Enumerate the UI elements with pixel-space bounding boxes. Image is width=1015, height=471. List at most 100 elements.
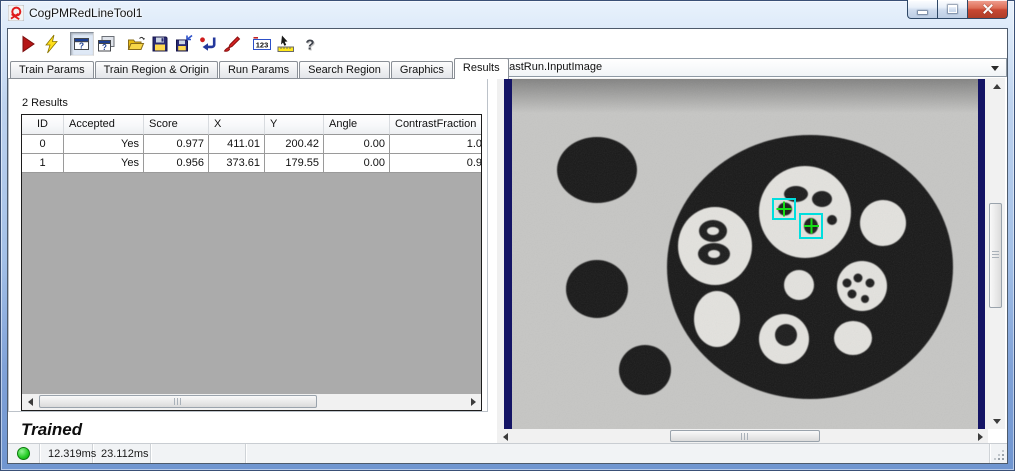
scroll-up-button[interactable] bbox=[988, 78, 1005, 94]
arrow-up-icon bbox=[993, 84, 1001, 89]
main-area: Train Params Train Region & Origin Run P… bbox=[8, 58, 1007, 444]
left-panel: Train Params Train Region & Origin Run P… bbox=[8, 58, 490, 444]
edit-graphics-icon bbox=[222, 34, 242, 54]
chevron-down-icon bbox=[991, 66, 999, 71]
image-display[interactable] bbox=[497, 78, 988, 429]
grid-horizontal-scrollbar[interactable] bbox=[22, 394, 481, 410]
thumb-grip bbox=[174, 398, 183, 405]
column-header-score[interactable]: Score bbox=[144, 115, 209, 135]
cell-y: 200.42 bbox=[265, 135, 324, 153]
help-icon: ? bbox=[300, 34, 320, 54]
minimize-button[interactable] bbox=[907, 0, 938, 19]
results-display-button[interactable]: ? bbox=[70, 32, 94, 56]
measure-icon bbox=[276, 34, 296, 54]
scroll-right-button[interactable] bbox=[465, 394, 481, 410]
scrollbar-thumb[interactable] bbox=[39, 395, 317, 408]
record-selector-combobox[interactable]: LastRun.InputImage bbox=[497, 58, 1007, 77]
electric-run-button[interactable] bbox=[40, 32, 64, 56]
results-tab-page: 2 Results ID Accepted Score X Y Angle Co… bbox=[8, 78, 488, 412]
reset-button[interactable] bbox=[196, 32, 220, 56]
close-button[interactable] bbox=[967, 0, 1008, 19]
tab-graphics[interactable]: Graphics bbox=[391, 61, 453, 78]
scroll-right-button[interactable] bbox=[972, 429, 988, 444]
measure-button[interactable] bbox=[274, 32, 298, 56]
electric-run-icon bbox=[42, 34, 62, 54]
status-green-dot-icon bbox=[17, 447, 30, 460]
tab-run-params[interactable]: Run Params bbox=[219, 61, 298, 78]
empty-status-panel bbox=[246, 444, 990, 463]
tab-strip: Train Params Train Region & Origin Run P… bbox=[10, 58, 510, 78]
save-button[interactable] bbox=[148, 32, 172, 56]
tab-train-params[interactable]: Train Params bbox=[10, 61, 94, 78]
edit-graphics-button[interactable] bbox=[220, 32, 244, 56]
cell-score: 0.977 bbox=[144, 135, 209, 153]
column-header-id[interactable]: ID bbox=[22, 115, 64, 135]
column-header-contrastfraction[interactable]: ContrastFraction bbox=[390, 115, 482, 135]
results-display-icon: ? bbox=[72, 34, 92, 54]
numeric-format-icon: 123 bbox=[252, 34, 272, 54]
cell-contrastfraction: 0.9 bbox=[390, 154, 482, 172]
total-time-value: 23.112ms bbox=[93, 448, 149, 460]
open-icon bbox=[126, 34, 146, 54]
cell-x: 411.01 bbox=[209, 135, 265, 153]
image-right-edge-bar bbox=[978, 79, 985, 429]
run-time-value: 12.319ms bbox=[40, 448, 96, 460]
close-icon bbox=[982, 3, 994, 15]
tab-search-region[interactable]: Search Region bbox=[299, 61, 390, 78]
app-icon bbox=[8, 5, 24, 21]
cell-accepted: Yes bbox=[64, 154, 144, 172]
title-bar[interactable]: CogPMRedLineTool1 bbox=[0, 0, 1015, 28]
column-header-y[interactable]: Y bbox=[265, 115, 324, 135]
trained-status-label: Trained bbox=[21, 420, 82, 440]
cell-x: 373.61 bbox=[209, 154, 265, 172]
reset-icon bbox=[198, 34, 218, 54]
column-header-angle[interactable]: Angle bbox=[324, 115, 390, 135]
maximize-icon bbox=[948, 5, 957, 13]
svg-text:?: ? bbox=[305, 36, 314, 53]
run-time-panel: 12.319ms bbox=[40, 444, 93, 463]
scroll-left-button[interactable] bbox=[22, 394, 38, 410]
tool-window: CogPMRedLineTool1 ? bbox=[0, 0, 1015, 471]
cell-contrastfraction: 1.0 bbox=[390, 135, 482, 153]
tab-train-region-origin[interactable]: Train Region & Origin bbox=[95, 61, 218, 78]
cell-accepted: Yes bbox=[64, 135, 144, 153]
total-time-panel: 23.112ms bbox=[93, 444, 151, 463]
help-button[interactable]: ? bbox=[298, 32, 322, 56]
tab-results[interactable]: Results bbox=[454, 58, 509, 79]
svg-text:?: ? bbox=[102, 43, 107, 52]
image-left-edge-bar bbox=[504, 79, 512, 429]
results-count-label: 2 Results bbox=[22, 97, 68, 109]
image-horizontal-scrollbar[interactable] bbox=[497, 429, 988, 444]
numeric-format-button[interactable]: 123 bbox=[250, 32, 274, 56]
record-selector-value: LastRun.InputImage bbox=[503, 61, 602, 73]
open-button[interactable] bbox=[124, 32, 148, 56]
scroll-left-button[interactable] bbox=[497, 429, 513, 444]
maximize-button[interactable] bbox=[937, 0, 968, 19]
svg-text:?: ? bbox=[79, 40, 84, 50]
run-button[interactable] bbox=[16, 32, 40, 56]
thumb-grip bbox=[741, 433, 750, 440]
scroll-down-button[interactable] bbox=[988, 413, 1005, 429]
empty-status-panel bbox=[151, 444, 246, 463]
result-row-1[interactable]: 1 Yes 0.956 373.61 179.55 0.00 0.9 bbox=[22, 154, 481, 173]
resize-grip[interactable] bbox=[990, 444, 1007, 463]
client-area: ? ? bbox=[7, 28, 1008, 464]
column-header-accepted[interactable]: Accepted bbox=[64, 115, 144, 135]
thumb-grip bbox=[992, 251, 999, 260]
save-as-icon bbox=[174, 34, 194, 54]
result-row-0[interactable]: 0 Yes 0.977 411.01 200.42 0.00 1.0 bbox=[22, 135, 481, 154]
scrollbar-thumb[interactable] bbox=[670, 430, 820, 442]
float-results-icon: ? bbox=[96, 34, 116, 54]
save-as-button[interactable] bbox=[172, 32, 196, 56]
run-status-panel bbox=[8, 444, 40, 463]
cell-y: 179.55 bbox=[265, 154, 324, 172]
image-vertical-scrollbar[interactable] bbox=[988, 78, 1005, 429]
caption-buttons bbox=[908, 0, 1008, 20]
scrollbar-thumb[interactable] bbox=[989, 203, 1002, 308]
column-header-x[interactable]: X bbox=[209, 115, 265, 135]
input-image bbox=[512, 79, 978, 429]
arrow-left-icon bbox=[28, 398, 33, 406]
float-results-button[interactable]: ? bbox=[94, 32, 118, 56]
arrow-right-icon bbox=[471, 398, 476, 406]
arrow-down-icon bbox=[993, 419, 1001, 424]
